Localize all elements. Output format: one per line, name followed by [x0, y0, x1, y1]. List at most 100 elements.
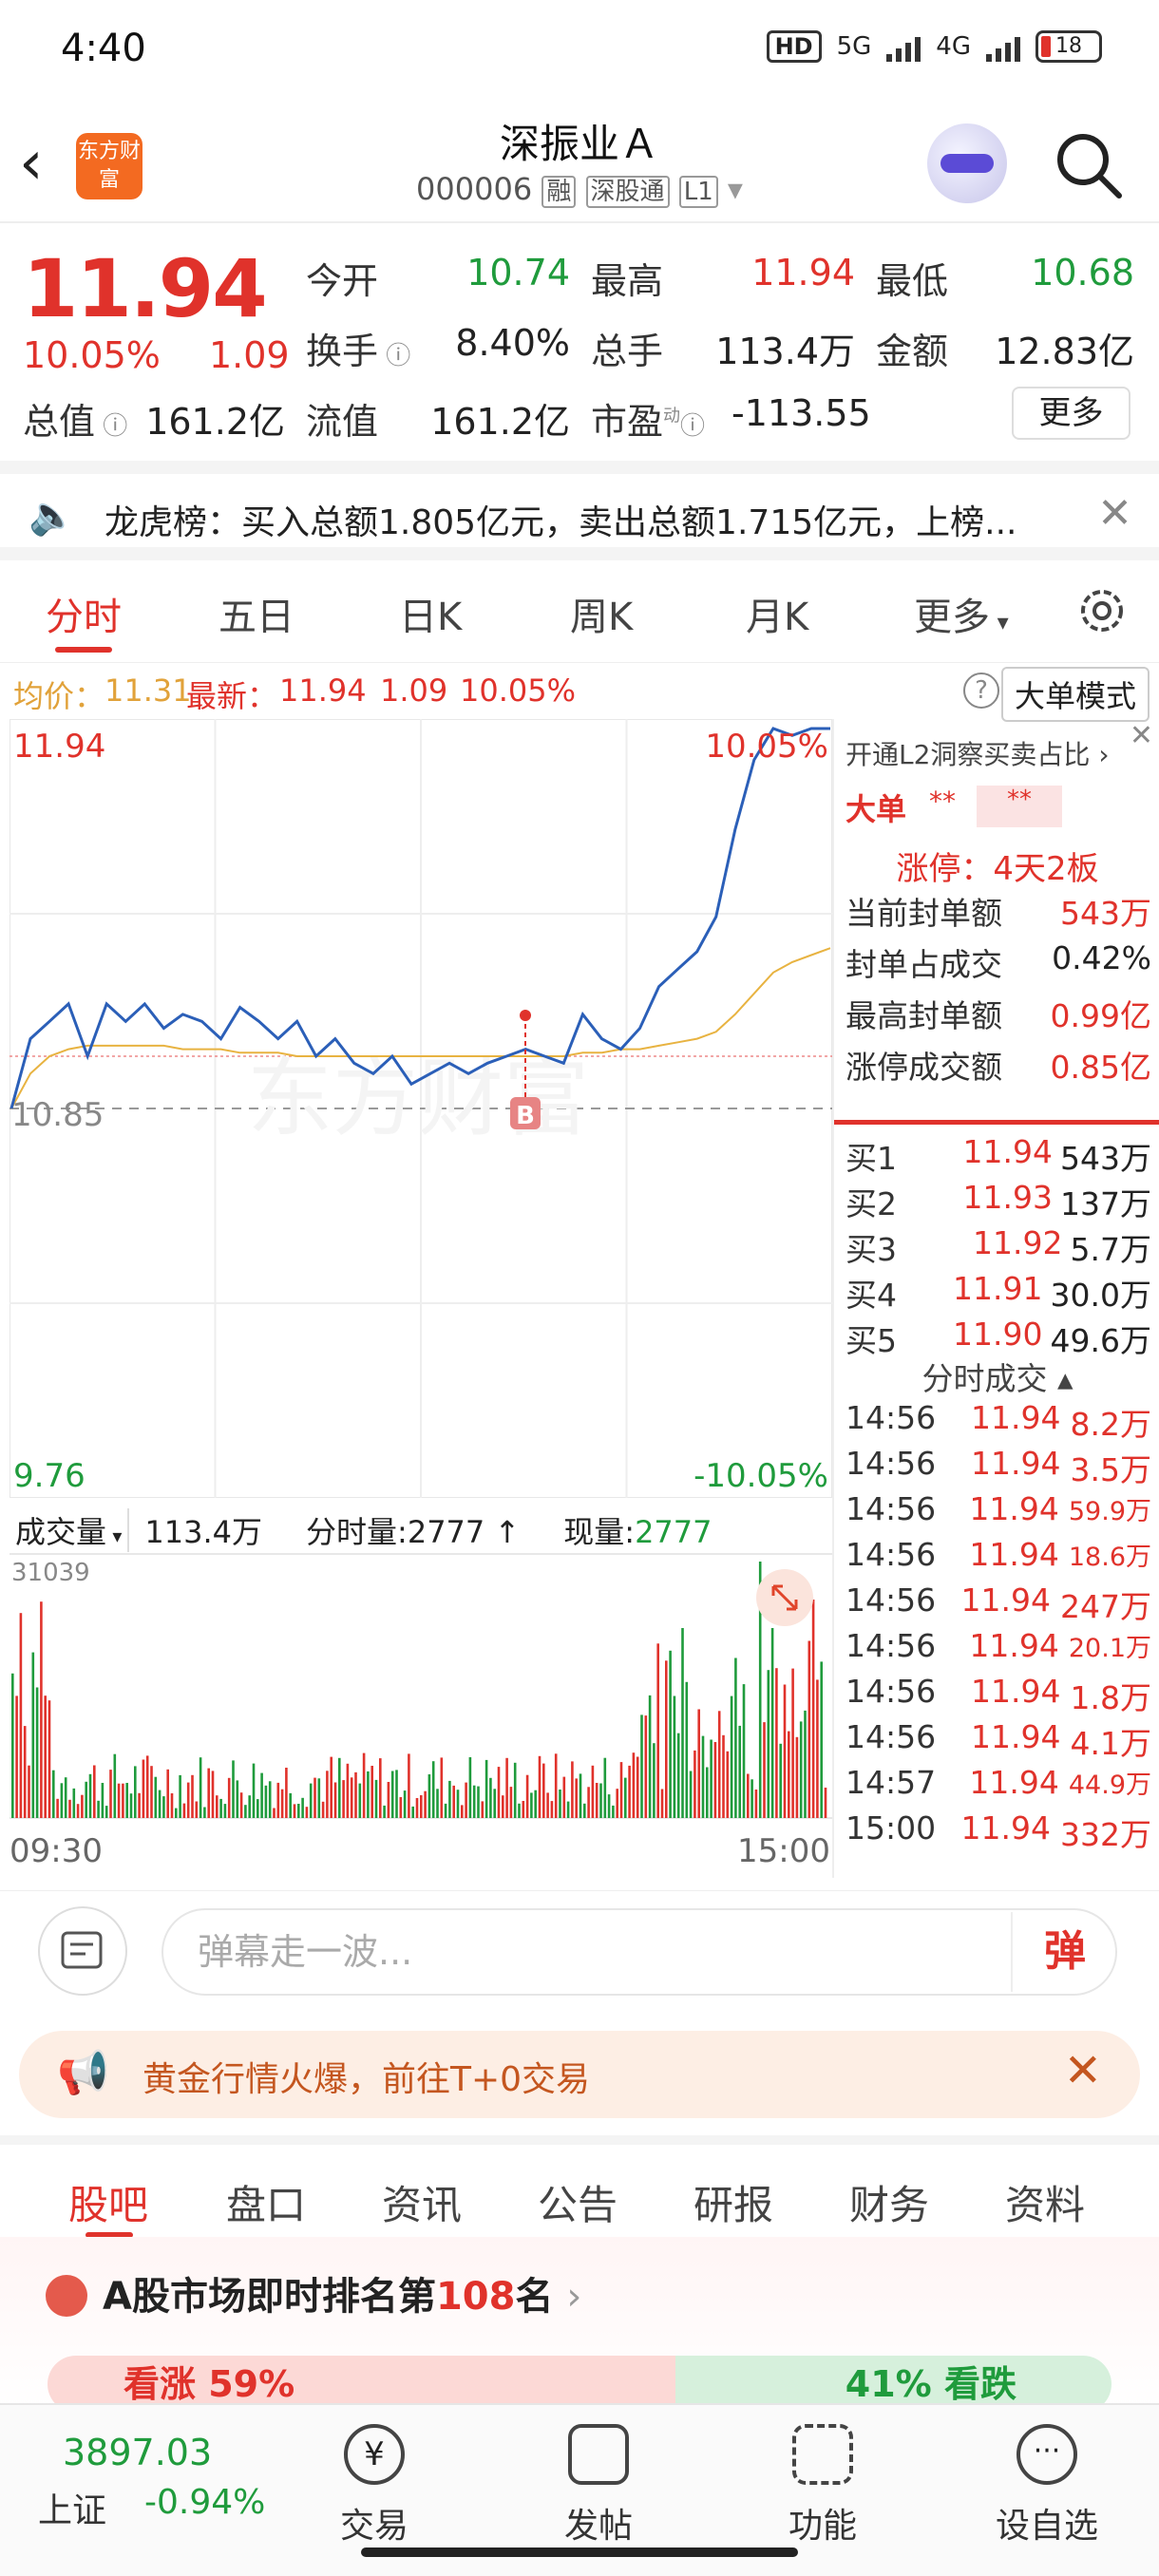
volume-bar: [236, 1780, 239, 1818]
help-icon[interactable]: ?: [963, 672, 999, 709]
volume-bar: [260, 1772, 263, 1818]
volume-bar: [117, 1783, 121, 1818]
high-value: 11.94: [751, 252, 855, 294]
latest-value: 11.94: [279, 672, 367, 709]
volume-bar: [477, 1786, 480, 1818]
chevron-down-icon[interactable]: ▾: [728, 171, 743, 207]
bid-price: 11.94: [962, 1133, 1053, 1170]
volume-bar: [81, 1794, 84, 1818]
vol-total: 113.4万: [144, 1514, 263, 1550]
tab-intraday[interactable]: 分时: [46, 586, 122, 641]
volume-bar: [134, 1766, 137, 1818]
tab-news[interactable]: 资讯: [382, 2173, 462, 2231]
volume-bar: [571, 1761, 574, 1818]
amount-value: 12.83亿: [995, 331, 1134, 372]
search-icon[interactable]: [1051, 127, 1127, 203]
volume-bar: [35, 1687, 39, 1818]
volume-bar: [559, 1790, 561, 1818]
tag-connect: 深股通: [585, 176, 670, 208]
volume-bar: [387, 1782, 390, 1818]
tab-more[interactable]: 更多 ▾: [914, 586, 1009, 641]
gear-icon[interactable]: [1074, 582, 1130, 639]
chart-ref-price: 10.85: [11, 1096, 104, 1134]
volume-bar: [612, 1805, 615, 1818]
tag-level[interactable]: L1: [678, 176, 718, 208]
volume-bar: [428, 1774, 431, 1818]
close-icon[interactable]: ✕: [1064, 2044, 1102, 2097]
tab-research[interactable]: 研报: [694, 2173, 773, 2231]
bottom-nav: 3897.03 上证 -0.94% ¥ 交易 发帖 功能 ··· 设自选: [0, 2403, 1159, 2576]
tab-5day[interactable]: 五日: [218, 586, 294, 641]
dragon-tiger-notice[interactable]: 🔈 龙虎榜：买入总额1.805亿元，卖出总额1.715亿元，上榜... ✕: [0, 461, 1159, 560]
chart-top-pct: 10.05%: [705, 728, 828, 766]
tab-announce[interactable]: 公告: [538, 2173, 618, 2231]
volume-bar: [367, 1771, 370, 1818]
volume-bar: [795, 1736, 799, 1818]
danmu-settings-icon[interactable]: [38, 1906, 127, 1996]
tab-daily-k[interactable]: 日K: [399, 586, 462, 641]
tab-weekly-k[interactable]: 周K: [570, 586, 633, 641]
volume-bar: [484, 1759, 488, 1818]
volume-bar: [546, 1792, 549, 1818]
close-icon[interactable]: ✕: [1097, 489, 1132, 538]
big-order-mode-button[interactable]: 大单模式: [1000, 667, 1150, 722]
volume-bar: [44, 1695, 47, 1818]
volume-bar: [40, 1601, 43, 1818]
limit-stat-row: 封单占成交 0.42%: [846, 939, 1151, 985]
trade-row: 14:56 11.94 1.8万: [846, 1673, 1151, 1718]
l2-link[interactable]: 开通L2洞察买卖占比 ›: [846, 734, 1110, 772]
index-change[interactable]: -0.94%: [144, 2483, 265, 2522]
intraday-chart[interactable]: 东方财富 11.94 10.05% 10.85 9.76 -10.05% B: [9, 718, 833, 1499]
trade-price: 11.94: [971, 1399, 1061, 1436]
gold-banner[interactable]: 📢 黄金行情火爆，前往T+0交易 ✕: [19, 2031, 1140, 2118]
trade-row: 14:56 11.94 247万: [846, 1582, 1151, 1627]
volume-bar: [293, 1804, 296, 1818]
volume-bar: [665, 1660, 668, 1818]
tab-monthly-k[interactable]: 月K: [746, 586, 808, 641]
megaphone-icon: 📢: [57, 2049, 109, 2097]
turnover-value: 8.40%: [455, 322, 570, 364]
vol-value: 113.4万: [715, 331, 855, 372]
volume-bar: [420, 1795, 423, 1818]
tab-finance[interactable]: 财务: [849, 2173, 929, 2231]
volume-bar: [681, 1628, 684, 1818]
volume-bar: [579, 1773, 582, 1818]
volume-bar: [653, 1743, 656, 1818]
trade-time: 14:56: [846, 1627, 937, 1664]
volume-panel[interactable]: 31039 09:30 15:00 成交量 ▾ 113.4万 分时量:2777 …: [10, 1499, 832, 1879]
edit-icon: [568, 2424, 629, 2485]
status-bar: 4:40 HD 5G 4G 18: [0, 0, 1159, 104]
volume-bar: [216, 1795, 218, 1818]
limit-stat-key: 涨停成交额: [846, 1049, 1002, 1086]
bid-level: 买3: [846, 1231, 897, 1268]
close-panel-icon[interactable]: ✕: [1130, 719, 1153, 752]
volume-bar: [154, 1776, 158, 1818]
danmu-button[interactable]: 弹: [1011, 1912, 1117, 1992]
big-order-label: 大单: [846, 791, 907, 827]
tab-forum[interactable]: 股吧: [68, 2173, 148, 2231]
volume-bar: [820, 1661, 823, 1818]
nav-trade[interactable]: ¥ 交易: [308, 2424, 441, 2548]
assistant-avatar[interactable]: [927, 123, 1007, 203]
volume-bar: [76, 1804, 80, 1818]
market-rank[interactable]: A股市场即时排名第108名 › 看涨 59% 41% 看跌: [0, 2237, 1159, 2413]
volume-bar: [248, 1795, 251, 1818]
volume-bar: [93, 1765, 96, 1818]
volume-bar: [525, 1774, 529, 1818]
index-name[interactable]: 上证: [38, 2483, 106, 2532]
volume-bar: [326, 1771, 329, 1818]
nav-function[interactable]: 功能: [756, 2424, 889, 2548]
nav-add-watch[interactable]: ··· 设自选: [980, 2424, 1113, 2548]
index-value[interactable]: 3897.03: [63, 2432, 212, 2473]
net-5g: 5G: [836, 32, 872, 61]
nav-post[interactable]: 发帖: [532, 2424, 665, 2548]
more-button[interactable]: 更多: [1012, 387, 1130, 440]
danmu-input[interactable]: 弹幕走一波...: [162, 1908, 1117, 1996]
latest-pct: 10.05%: [460, 672, 577, 709]
tab-handicap[interactable]: 盘口: [226, 2173, 306, 2231]
volume-bar: [60, 1783, 64, 1818]
volume-bar: [113, 1753, 117, 1818]
volume-select[interactable]: 成交量 ▾: [15, 1508, 130, 1552]
tab-profile[interactable]: 资料: [1005, 2173, 1085, 2231]
volume-bar: [264, 1785, 268, 1818]
